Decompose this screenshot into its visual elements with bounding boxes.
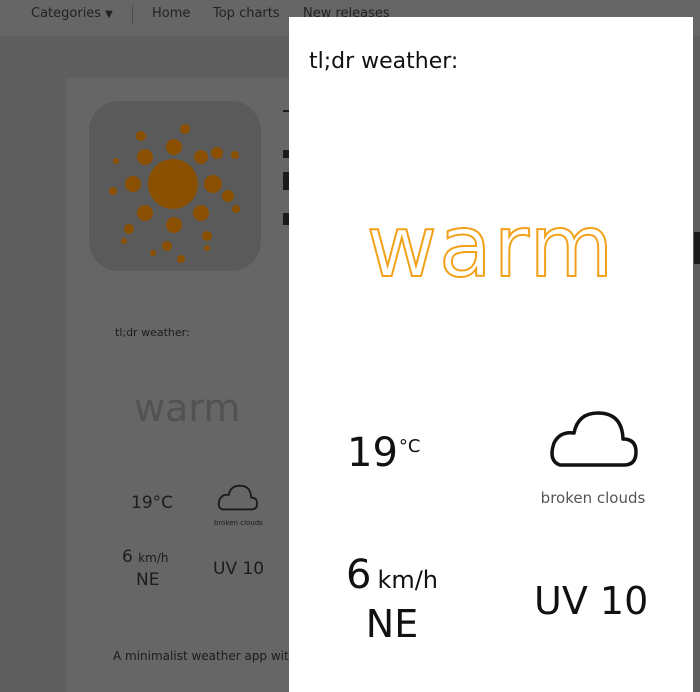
nav-home[interactable]: Home (152, 6, 190, 21)
bg-app-description: A minimalist weather app with (113, 649, 289, 663)
cloud-icon (217, 484, 259, 511)
uv-index: UV 10 (534, 579, 649, 623)
temperature-value: 19 (347, 430, 398, 476)
preview-modal: tl;dr weather: warm 19°C broken clouds 6… (289, 17, 693, 692)
nav-categories[interactable]: Categories ▼ (31, 6, 113, 21)
wind-unit: km/h (377, 566, 439, 594)
nav-separator (132, 5, 133, 25)
bg-condition: warm (134, 386, 241, 430)
bg-cloud-icon (216, 482, 259, 518)
nav-categories-label: Categories (31, 6, 102, 21)
bg-cloud-desc: broken clouds (214, 519, 263, 527)
wind: 6 km/h NE (327, 552, 457, 646)
widget-title: tl;dr weather: (309, 49, 459, 74)
temperature-unit: °C (398, 436, 421, 457)
bg-wind-dir: NE (136, 570, 160, 590)
temperature: 19°C (347, 430, 420, 476)
cloud-description: broken clouds (540, 489, 646, 507)
bg-wind-value: 6 km/h (122, 547, 169, 567)
app-logo-icon (89, 101, 261, 271)
weather-condition: warm (366, 196, 616, 298)
bg-widget-title: tl;dr weather: (115, 326, 190, 339)
wind-direction: NE (365, 602, 419, 646)
scroll-indicator[interactable] (694, 232, 700, 264)
bg-wind-number: 6 (122, 547, 133, 567)
cloud-icon (550, 411, 638, 467)
bg-temperature: 19°C (131, 493, 174, 513)
sun-logo-icon (109, 124, 240, 263)
nav-top-charts[interactable]: Top charts (213, 6, 280, 21)
bg-uv: UV 10 (213, 559, 265, 579)
bg-wind-unit: km/h (138, 551, 169, 565)
wind-value: 6 (345, 552, 372, 598)
chevron-down-icon: ▼ (105, 9, 113, 20)
